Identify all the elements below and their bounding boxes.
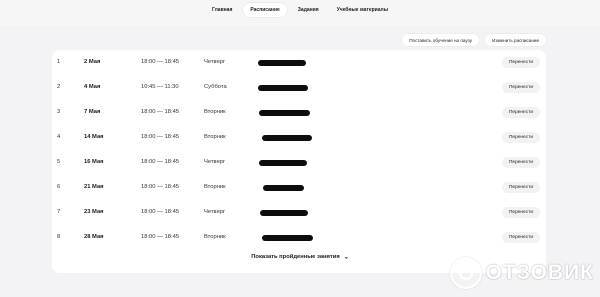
lesson-row: 2 4 Мая 10:45 — 11:30 Суббота Перенести: [52, 75, 546, 100]
lesson-weekday: Вторник: [204, 109, 226, 115]
lesson-number: 6: [57, 184, 61, 190]
tab-assignments[interactable]: Задания: [291, 3, 326, 17]
reschedule-button[interactable]: Перенести: [501, 107, 540, 118]
change-schedule-button[interactable]: Изменить расписание: [485, 34, 546, 46]
lesson-date: 2 Мая: [84, 59, 101, 65]
lesson-weekday: Вторник: [204, 234, 226, 240]
redacted-block: [259, 110, 310, 116]
watermark: ОТЗОВИК: [449, 257, 594, 289]
redacted-block: [258, 85, 308, 91]
redacted-block: [262, 135, 312, 141]
tab-materials[interactable]: Учебные материалы: [330, 3, 395, 17]
lesson-time: 18:00 — 18:45: [141, 134, 180, 140]
lesson-weekday: Суббота: [204, 84, 227, 90]
lesson-row: 1 2 Мая 18:00 — 18:45 Четверг Перенести: [52, 50, 546, 75]
schedule-actions: Поставить обучение на паузу Изменить рас…: [402, 34, 546, 46]
redacted-block: [260, 210, 308, 216]
watermark-text: ОТЗОВИК: [485, 261, 594, 284]
lesson-number: 5: [57, 159, 61, 165]
show-past-lessons-label: Показать пройденные занятия: [251, 254, 340, 260]
lesson-number: 1: [57, 59, 61, 65]
lesson-weekday: Вторник: [204, 134, 226, 140]
reschedule-button[interactable]: Перенести: [501, 182, 540, 193]
lesson-weekday: Четверг: [204, 159, 226, 165]
otzovik-logo-icon: [449, 257, 482, 289]
tab-home[interactable]: Главная: [205, 3, 239, 17]
lesson-time: 18:00 — 18:45: [141, 159, 180, 165]
lesson-row: 6 21 Мая 18:00 — 18:45 Вторник Перенести: [52, 175, 546, 200]
redacted-block: [258, 60, 306, 66]
lesson-time: 18:00 — 18:45: [141, 184, 180, 190]
lesson-number: 3: [57, 109, 61, 115]
lesson-time: 18:00 — 18:45: [141, 234, 180, 240]
lesson-date: 21 Мая: [84, 184, 104, 190]
tabs: Главная Расписание Задания Учебные матер…: [0, 3, 600, 17]
lesson-weekday: Вторник: [204, 184, 226, 190]
lesson-time: 18:00 — 18:45: [141, 109, 180, 115]
lesson-time: 10:45 — 11:30: [141, 84, 179, 90]
lesson-time: 18:00 — 18:45: [141, 209, 180, 215]
redacted-block: [259, 160, 307, 166]
lesson-number: 8: [57, 234, 61, 240]
lesson-date: 23 Мая: [84, 209, 104, 215]
reschedule-button[interactable]: Перенести: [501, 207, 540, 218]
lesson-date: 7 Мая: [84, 109, 101, 115]
lesson-row: 7 23 Мая 18:00 — 18:45 Четверг Перенести: [52, 200, 546, 225]
top-nav-bar: Главная Расписание Задания Учебные матер…: [0, 0, 600, 26]
reschedule-button[interactable]: Перенести: [501, 232, 540, 243]
reschedule-button[interactable]: Перенести: [501, 157, 540, 168]
lesson-weekday: Четверг: [204, 59, 226, 65]
lesson-date: 4 Мая: [84, 84, 101, 90]
lesson-date: 16 Мая: [84, 159, 104, 165]
lesson-row: 3 7 Мая 18:00 — 18:45 Вторник Перенести: [52, 100, 546, 125]
lesson-number: 7: [57, 209, 61, 215]
lesson-number: 2: [57, 84, 61, 90]
lesson-time: 18:00 — 18:45: [141, 59, 180, 65]
reschedule-button[interactable]: Перенести: [501, 82, 540, 93]
lesson-date: 14 Мая: [84, 134, 104, 140]
schedule-card: 1 2 Мая 18:00 — 18:45 Четверг Перенести …: [52, 50, 546, 273]
chevron-down-icon: ⌄: [343, 254, 349, 261]
reschedule-button[interactable]: Перенести: [501, 57, 540, 68]
pause-learning-button[interactable]: Поставить обучение на паузу: [402, 34, 480, 46]
redacted-block: [263, 185, 304, 191]
lesson-weekday: Четверг: [204, 209, 226, 215]
tab-schedule[interactable]: Расписание: [243, 3, 287, 17]
lesson-row: 5 16 Мая 18:00 — 18:45 Четверг Перенести: [52, 150, 546, 175]
reschedule-button[interactable]: Перенести: [501, 132, 540, 143]
lesson-row: 8 28 Мая 18:00 — 18:45 Вторник Перенести: [52, 225, 546, 250]
redacted-block: [262, 235, 313, 241]
lesson-row: 4 14 Мая 18:00 — 18:45 Вторник Перенести: [52, 125, 546, 150]
lesson-date: 28 Мая: [84, 234, 104, 240]
lesson-number: 4: [57, 134, 61, 140]
